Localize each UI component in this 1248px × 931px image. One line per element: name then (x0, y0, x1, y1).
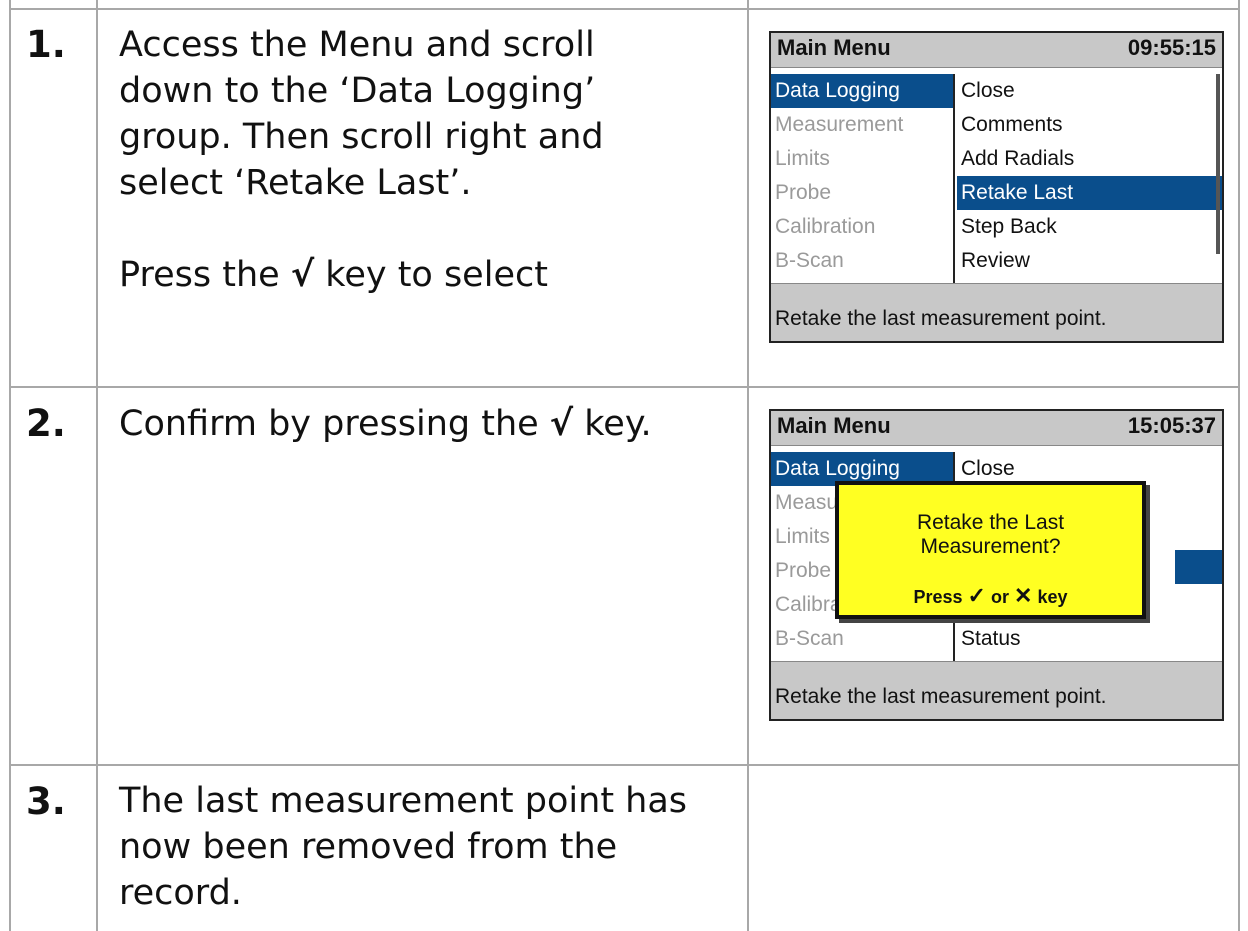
step-2-line: Confirm by pressing the √ key. (119, 401, 739, 447)
table-border-right (1238, 0, 1240, 931)
step-3-line: record. (119, 873, 242, 913)
instruction-suffix: key to select (314, 255, 548, 295)
device-screen-confirm: Main Menu 15:05:37 Data Logging Measurem… (769, 409, 1224, 721)
table-border-top (9, 8, 1240, 10)
screen-title: Main Menu (777, 35, 891, 60)
step-2-prefix: Confirm by pressing the (119, 404, 550, 444)
menu-item-retake-last[interactable]: Retake Last (957, 176, 1222, 210)
or-label: or (991, 587, 1009, 607)
step-2-number: 2. (26, 402, 66, 445)
dialog-question-line: Retake the Last (916, 511, 1065, 534)
clock: 09:55:15 (1127, 35, 1216, 60)
step-1-instruction: Press the √ key to select (119, 252, 729, 298)
menu-group-calibration[interactable]: Calibration (771, 210, 953, 244)
step-1-line: down to the ‘Data Logging’ (119, 71, 596, 111)
table-row-divider-1 (9, 386, 1240, 388)
menu-group-list: Data Logging Measurement Limits Probe Ca… (771, 74, 953, 278)
menu-divider (953, 74, 955, 285)
dialog-key-hint: Press ✓ or ✕ key (839, 583, 1142, 609)
menu-item-status[interactable]: Status (957, 622, 1222, 656)
step-3-line: now been removed from the (119, 827, 618, 867)
menu-group-probe[interactable]: Probe (771, 176, 953, 210)
dialog-question: Retake the Last Measurement? (839, 511, 1142, 559)
table-row-divider-2 (9, 764, 1240, 766)
table-border-col2 (747, 0, 749, 931)
screen-title: Main Menu (777, 413, 891, 438)
step-3-text: The last measurement point has now been … (119, 778, 739, 916)
menu-group-data-logging[interactable]: Data Logging (771, 74, 953, 108)
step-2-suffix: key. (573, 404, 652, 444)
key-label: key (1037, 587, 1068, 607)
step-3-line: The last measurement point has (119, 781, 688, 821)
menu-item-close[interactable]: Close (957, 74, 1222, 108)
step-2-text: Confirm by pressing the √ key. (119, 401, 739, 447)
step-1-number: 1. (26, 23, 66, 66)
menu-group-b-scan[interactable]: B-Scan (771, 244, 953, 278)
table-border-left (9, 0, 11, 931)
instruction-prefix: Press the (119, 255, 291, 295)
menu-item-add-radials[interactable]: Add Radials (957, 142, 1222, 176)
title-bar: Main Menu 15:05:37 (771, 411, 1222, 446)
step-3-number: 3. (26, 780, 66, 823)
menu-scrollbar[interactable] (1216, 74, 1220, 254)
status-bar: Retake the last measurement point. (771, 661, 1222, 719)
menu-group-measurement[interactable]: Measurement (771, 108, 953, 142)
status-bar: Retake the last measurement point. (771, 283, 1222, 341)
selected-item-highlight (1175, 550, 1222, 584)
press-label: Press (913, 587, 963, 607)
check-key-symbol: √ (290, 255, 315, 295)
menu-item-step-back[interactable]: Step Back (957, 210, 1222, 244)
step-1-text: Access the Menu and scroll down to the ‘… (119, 22, 729, 298)
table-border-col1 (96, 0, 98, 931)
title-bar: Main Menu 09:55:15 (771, 33, 1222, 68)
check-key-symbol: √ (549, 404, 574, 444)
cross-icon[interactable]: ✕ (1014, 583, 1032, 609)
step-1-line: Access the Menu and scroll (119, 25, 595, 65)
menu-item-comments[interactable]: Comments (957, 108, 1222, 142)
menu-group-limits[interactable]: Limits (771, 142, 953, 176)
confirm-dialog: Retake the Last Measurement? Press ✓ or … (835, 481, 1146, 619)
step-1-line: select ‘Retake Last’. (119, 163, 472, 203)
step-1-line: group. Then scroll right and (119, 117, 604, 157)
dialog-question-line: Measurement? (920, 535, 1061, 558)
clock: 15:05:37 (1127, 413, 1216, 438)
menu-item-review[interactable]: Review (957, 244, 1222, 278)
menu-item-list: Close Comments Add Radials Retake Last S… (957, 74, 1222, 278)
menu-group-b-scan[interactable]: B-Scan (771, 622, 953, 656)
check-icon[interactable]: ✓ (968, 583, 986, 609)
device-screen-main-menu: Main Menu 09:55:15 Data Logging Measurem… (769, 31, 1224, 343)
